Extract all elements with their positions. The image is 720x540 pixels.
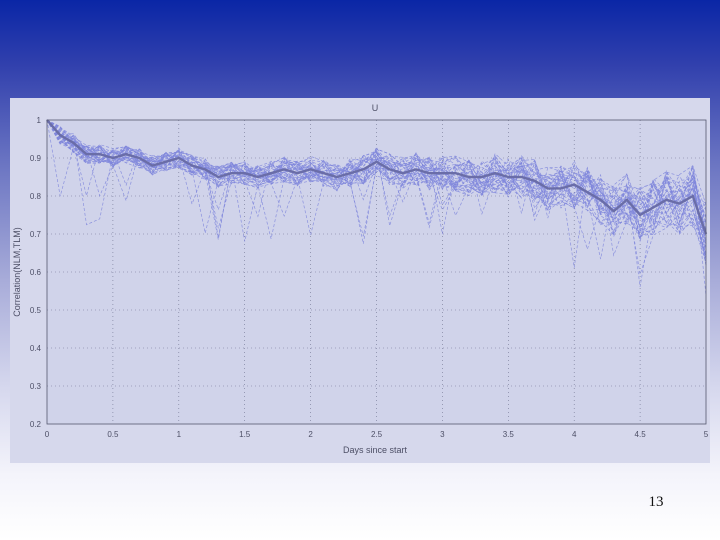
- x-axis-label: Days since start: [343, 445, 408, 455]
- y-tick-label: 0.2: [30, 420, 42, 429]
- chart-panel: U 0 0.5 1 1.5 2 2.5 3 3.5 4 4.5 5 0.2 0.3 0.4 0.5 0.6 0.…: [10, 98, 710, 463]
- y-tick-label: 0.5: [30, 306, 42, 315]
- x-tick-label: 2: [308, 430, 313, 439]
- x-tick-label: 1.5: [239, 430, 251, 439]
- x-tick-label: 5: [704, 430, 709, 439]
- x-tick-label: 1: [177, 430, 182, 439]
- chart-title: U: [372, 103, 379, 113]
- chart-svg: U 0 0.5 1 1.5 2 2.5 3 3.5 4 4.5 5 0.2 0.3 0.4 0.5 0.6 0.…: [12, 103, 709, 455]
- x-tick-label: 4: [572, 430, 577, 439]
- x-tick-label: 0: [45, 430, 50, 439]
- x-tick-label: 0.5: [107, 430, 119, 439]
- y-tick-label: 1: [37, 116, 42, 125]
- x-tick-label: 3.5: [503, 430, 515, 439]
- x-tick-label: 3: [440, 430, 445, 439]
- x-tick-label: 4.5: [635, 430, 647, 439]
- y-axis-label: Correlation(NLM,TLM): [12, 227, 22, 317]
- y-tick-label: 0.8: [30, 192, 42, 201]
- x-tick-label: 2.5: [371, 430, 383, 439]
- slide-number: 13: [648, 494, 664, 510]
- y-tick-label: 0.3: [30, 382, 42, 391]
- y-tick-label: 0.6: [30, 268, 42, 277]
- y-tick-label: 0.7: [30, 230, 42, 239]
- y-tick-label: 0.4: [30, 344, 42, 353]
- y-tick-label: 0.9: [30, 154, 42, 163]
